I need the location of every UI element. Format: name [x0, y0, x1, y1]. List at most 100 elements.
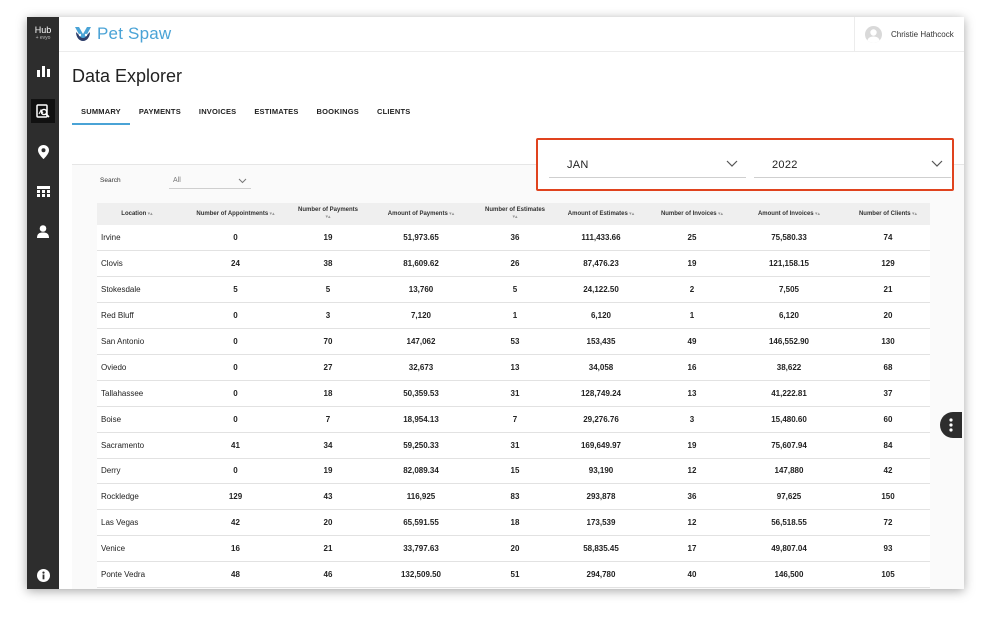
value-cell: 15: [480, 458, 550, 485]
sort-arrows-icon[interactable]: ▾▴: [448, 211, 454, 217]
value-cell: 43: [294, 483, 362, 511]
value-cell: 0: [177, 302, 294, 330]
tab-payments[interactable]: PAYMENTS: [130, 103, 190, 125]
column-header-label: Number of Estimates: [484, 207, 545, 213]
sort-arrows-icon[interactable]: ▾▴: [268, 211, 275, 217]
location-cell: Clovis: [97, 250, 177, 278]
brand-logo[interactable]: Pet Spaw: [74, 23, 171, 45]
hub-logo-subtext: + evyo: [35, 35, 51, 41]
more-vertical-icon: [949, 418, 953, 432]
column-header[interactable]: Number of Invoices ▾▴: [652, 203, 732, 225]
value-cell: 173,539: [550, 509, 652, 537]
value-cell: 93: [846, 535, 930, 563]
column-header[interactable]: Number of Appointments ▾▴: [177, 203, 294, 225]
value-cell: 50,359.53: [362, 380, 480, 407]
value-cell: 74: [846, 225, 930, 252]
user-menu[interactable]: Christie Hathcock: [854, 17, 964, 52]
location-cell: Tallahassee: [97, 380, 177, 407]
calendar-icon: [36, 186, 50, 197]
sidebar-item-bookings[interactable]: [31, 180, 55, 204]
avatar: [865, 26, 882, 43]
column-header-label: Location: [121, 210, 147, 217]
value-cell: 105: [846, 561, 930, 588]
tab-bookings[interactable]: BOOKINGS: [308, 103, 368, 125]
value-cell: 65,591.55: [362, 509, 480, 537]
sidebar-item-locations[interactable]: [31, 140, 55, 164]
tab-estimates[interactable]: ESTIMATES: [245, 103, 307, 125]
sidebar-item-reports[interactable]: [31, 59, 55, 83]
table-row: Rockledge 129 43 116,925 83 293,878 36 97,625 15…: [97, 483, 930, 511]
location-cell: Oviedo: [97, 354, 177, 381]
value-cell: 31: [480, 380, 550, 407]
sort-arrows-icon[interactable]: ▾▴: [325, 214, 330, 220]
value-cell: 41: [177, 432, 294, 459]
value-cell: 13,760: [362, 276, 480, 304]
sort-arrows-icon[interactable]: ▾▴: [814, 211, 820, 217]
value-cell: 7: [294, 406, 362, 433]
sidebar-item-data-explorer[interactable]: [31, 99, 55, 123]
value-cell: 16: [652, 354, 732, 381]
value-cell: 27: [294, 354, 362, 381]
value-cell: 18,954.13: [362, 406, 480, 433]
column-header[interactable]: Location ▾▴: [97, 203, 177, 225]
value-cell: 49: [652, 328, 732, 355]
value-cell: 293,878: [550, 483, 652, 511]
value-cell: 68: [846, 354, 930, 381]
value-cell: 6,120: [550, 302, 652, 330]
value-cell: 26: [480, 250, 550, 278]
location-cell: Sacramento: [97, 432, 177, 459]
hub-logo[interactable]: Hub + evyo: [27, 25, 59, 41]
column-header[interactable]: Amount of Estimates ▾▴: [550, 203, 652, 225]
value-cell: 81,609.62: [362, 250, 480, 278]
value-cell: 16: [177, 535, 294, 563]
tab-invoices[interactable]: INVOICES: [190, 103, 245, 125]
value-cell: 20: [294, 509, 362, 537]
value-cell: 111,433.66: [550, 225, 652, 252]
value-cell: 6,120: [732, 302, 846, 330]
table-row: Stokesdale 5 5 13,760 5 24,122.50 2 7,505 21: [97, 276, 930, 304]
location-cell: Irvine: [97, 225, 177, 252]
value-cell: 83: [480, 483, 550, 511]
value-cell: 25: [652, 225, 732, 252]
top-bar: Pet Spaw Christie Hathcock: [59, 17, 964, 52]
value-cell: 82,089.34: [362, 458, 480, 485]
year-select[interactable]: 2022: [754, 152, 951, 178]
tab-clients[interactable]: CLIENTS: [368, 103, 419, 125]
sort-arrows-icon[interactable]: ▾▴: [628, 211, 634, 217]
table-row: Las Vegas 42 20 65,591.55 18 173,539 12 56,518.…: [97, 509, 930, 537]
value-cell: 21: [294, 535, 362, 563]
value-cell: 24: [177, 250, 294, 278]
more-options-button[interactable]: [940, 412, 962, 438]
value-cell: 37: [846, 380, 930, 407]
column-header[interactable]: Amount of Invoices ▾▴: [732, 203, 846, 225]
location-search-select[interactable]: All: [169, 173, 251, 189]
sort-arrows-icon[interactable]: ▾▴: [911, 211, 917, 217]
value-cell: 59,250.33: [362, 432, 480, 459]
location-cell: Rockledge: [97, 483, 177, 511]
column-header-label: Number of Appointments: [196, 210, 269, 217]
sort-arrows-icon[interactable]: ▾▴: [717, 211, 723, 217]
value-cell: 42: [846, 458, 930, 485]
location-cell: Derry: [97, 458, 177, 485]
sort-arrows-icon[interactable]: ▾▴: [512, 214, 517, 220]
value-cell: 34: [294, 432, 362, 459]
column-header[interactable]: Amount of Payments ▾▴: [362, 203, 480, 225]
column-header[interactable]: Number of Clients ▾▴: [846, 203, 930, 225]
table-row: Clovis 24 38 81,609.62 26 87,476.23 19 121,158.…: [97, 250, 930, 278]
value-cell: 41,222.81: [732, 380, 846, 407]
value-cell: 5: [177, 276, 294, 304]
sidebar-item-clients[interactable]: [31, 219, 55, 243]
column-header[interactable]: Number of Estimates ▾▴: [480, 203, 550, 225]
tab-summary[interactable]: SUMMARY: [72, 103, 130, 125]
sidebar-item-info[interactable]: [31, 563, 55, 587]
sort-arrows-icon[interactable]: ▾▴: [146, 211, 153, 217]
value-cell: 129: [846, 250, 930, 278]
value-cell: 5: [294, 276, 362, 304]
month-select[interactable]: JAN: [549, 152, 746, 178]
value-cell: 48: [177, 561, 294, 588]
value-cell: 29,276.76: [550, 406, 652, 433]
hub-logo-text: Hub: [34, 25, 52, 35]
summary-table: Location ▾▴ Number of Appointments ▾▴ Numb…: [97, 203, 930, 588]
value-cell: 121,158.15: [732, 250, 846, 278]
column-header[interactable]: Number of Payments ▾▴: [294, 203, 362, 225]
